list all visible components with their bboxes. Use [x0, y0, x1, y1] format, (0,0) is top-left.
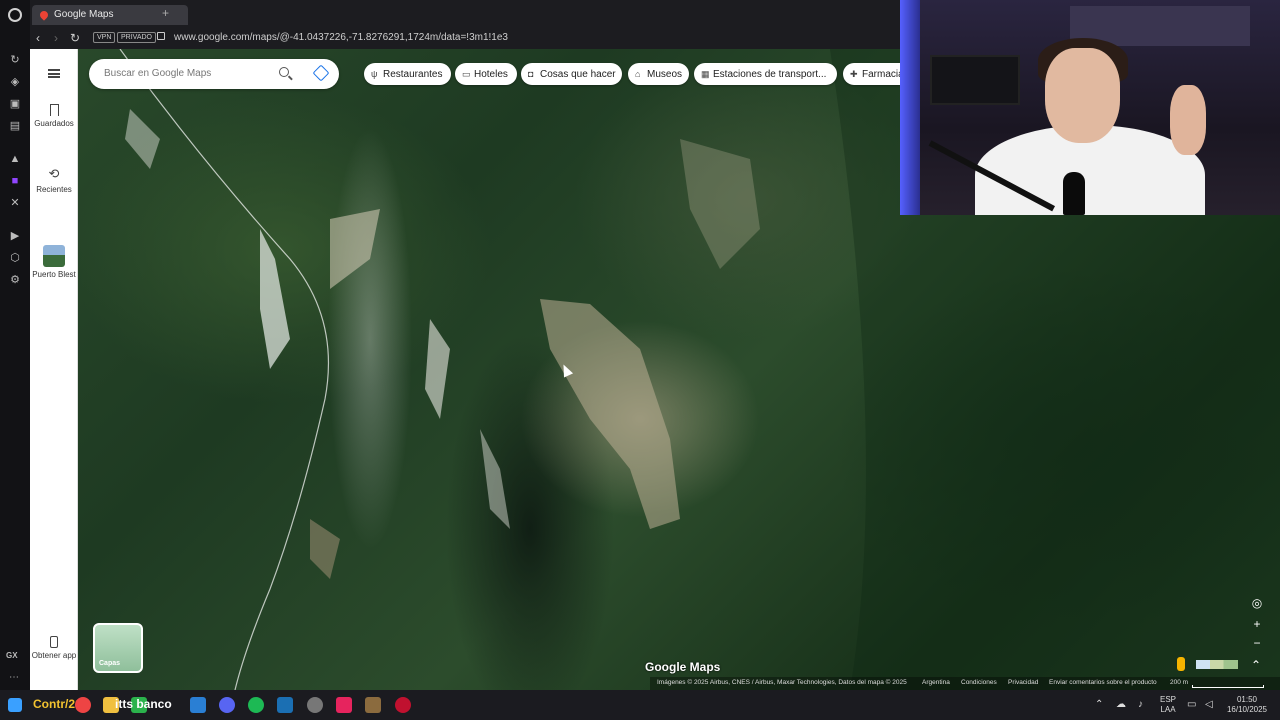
gaming-icon[interactable]: ▣	[9, 98, 21, 110]
bookmark-icon	[49, 104, 59, 116]
url-text[interactable]: www.google.com/maps/@-41.0437226,-71.827…	[174, 32, 508, 43]
chip-restaurants[interactable]: ψ Restaurantes	[364, 63, 451, 85]
history-icon: ⟲	[48, 166, 60, 181]
bed-icon: ▭	[462, 69, 471, 79]
camera-icon: ◘	[528, 69, 534, 79]
private-badge: PRIVADO	[117, 32, 156, 43]
chip-pharmacies[interactable]: ✚Farmacias	[843, 63, 900, 85]
background-monitor	[930, 55, 1020, 105]
language-indicator[interactable]: ESP LAA	[1158, 695, 1178, 715]
chip-things-to-do[interactable]: ◘ Cosas que hacer	[521, 63, 622, 85]
vpn-badge[interactable]: VPN	[93, 32, 116, 43]
opera-logo-icon[interactable]	[8, 8, 22, 22]
search-input[interactable]: Buscar en Google Maps	[104, 68, 211, 79]
layers-button[interactable]: Capas	[93, 623, 143, 673]
attribution-text: Imágenes © 2025 Airbus, CNES / Airbus, M…	[657, 679, 907, 686]
pharmacy-icon: ✚	[850, 69, 858, 79]
footer-link-terms[interactable]: Condiciones	[961, 679, 997, 686]
clock[interactable]: 01:50 16/10/2025	[1222, 695, 1272, 715]
chip-hotels[interactable]: ▭ Hoteles	[455, 63, 517, 85]
x-icon[interactable]: ✕	[9, 197, 21, 209]
rail-saved[interactable]: Guardados	[30, 104, 78, 129]
module-icon[interactable]: ▤	[9, 120, 21, 132]
player-icon[interactable]: ▶	[9, 230, 21, 242]
taskbar: Contr/260 itts banco	[0, 690, 1280, 720]
rail-saved-label: Guardados	[34, 119, 74, 128]
person-face	[1045, 48, 1120, 143]
back-icon[interactable]: ‹	[36, 31, 40, 45]
zoom-out-button[interactable]: −	[1249, 636, 1265, 650]
chip-transit[interactable]: ▦ Estaciones de transport...	[694, 63, 837, 85]
maps-left-rail: Guardados ⟲ Recientes Puerto Blest Obten…	[30, 49, 78, 690]
menu-icon[interactable]	[48, 69, 60, 78]
tiktok-icon[interactable]	[336, 697, 352, 713]
arc-icon[interactable]: ▲	[9, 153, 21, 165]
footer-link-country[interactable]: Argentina	[922, 679, 950, 686]
forward-icon[interactable]: ›	[54, 31, 58, 45]
footer-link-privacy[interactable]: Privacidad	[1008, 679, 1038, 686]
discord-icon[interactable]	[219, 697, 235, 713]
phone-icon	[50, 636, 58, 648]
tab-bar: Google Maps +	[30, 0, 900, 28]
gx-label[interactable]: GX	[6, 651, 18, 660]
address-bar: ‹ › ↻ VPN PRIVADO www.google.com/maps/@-…	[30, 28, 900, 49]
history-icon[interactable]: ↻	[9, 54, 21, 66]
more-icon[interactable]: ⋯	[9, 672, 19, 683]
ai-icon[interactable]: ◈	[9, 76, 21, 88]
rail-get-app[interactable]: Obtener app	[30, 636, 78, 661]
browser-sidebar: ↻ ◈ ▣ ▤ ▲ ■ ✕ ▶ ⬡ ⚙ GX ⋯	[0, 0, 30, 690]
network-icon[interactable]: ▭	[1187, 699, 1196, 710]
lock-icon[interactable]	[157, 32, 165, 40]
steam-icon[interactable]	[277, 697, 293, 713]
cloud-icon[interactable]: ☁	[1116, 699, 1126, 710]
layers-label: Capas	[99, 660, 121, 667]
rail-place[interactable]: Puerto Blest	[30, 245, 78, 280]
fork-knife-icon: ψ	[371, 69, 378, 79]
chip-museums[interactable]: ⌂ Museos	[628, 63, 689, 85]
google-maps-watermark: Google Maps	[645, 660, 721, 674]
screen: ↻ ◈ ▣ ▤ ▲ ■ ✕ ▶ ⬡ ⚙ GX ⋯ Google Maps + ‹…	[0, 0, 1280, 720]
tab-title: Google Maps	[54, 9, 114, 20]
obs-icon[interactable]	[307, 697, 323, 713]
mic-icon[interactable]: ♪	[1138, 699, 1143, 710]
game-icon[interactable]	[365, 697, 381, 713]
led-light	[900, 0, 920, 215]
reload-icon[interactable]: ↻	[70, 31, 80, 45]
volume-icon[interactable]: ◁	[1205, 699, 1213, 710]
twitch-icon[interactable]: ■	[9, 175, 21, 187]
my-location-icon[interactable]: ◎	[1249, 596, 1265, 610]
place-thumbnail	[43, 245, 65, 267]
app-icon[interactable]	[190, 697, 206, 713]
scale-bar	[1192, 685, 1264, 688]
scale-label[interactable]: 200 m	[1170, 679, 1188, 686]
search-icon[interactable]	[279, 67, 289, 77]
webcam-overlay	[900, 0, 1280, 215]
windows-start-icon[interactable]	[8, 698, 22, 712]
train-icon: ▦	[701, 69, 710, 79]
rail-recent[interactable]: ⟲ Recientes	[30, 166, 78, 195]
rail-recent-label: Recientes	[36, 185, 72, 194]
directions-icon[interactable]	[312, 64, 330, 82]
search-box[interactable]: Buscar en Google Maps	[89, 59, 339, 89]
imagery-thumbnails[interactable]	[1196, 660, 1238, 669]
maps-favicon-icon	[38, 9, 50, 21]
settings-gear-icon[interactable]: ⚙	[9, 274, 21, 286]
new-tab-button[interactable]: +	[162, 6, 169, 20]
rail-place-label: Puerto Blest	[32, 270, 76, 279]
taskbar-app-label: itts banco	[115, 697, 172, 711]
footer-link-feedback[interactable]: Enviar comentarios sobre el producto	[1049, 679, 1157, 686]
spotify-icon[interactable]	[248, 697, 264, 713]
zoom-in-button[interactable]: +	[1249, 617, 1265, 631]
rail-get-app-label: Obtener app	[31, 651, 77, 660]
attribution-bar: Imágenes © 2025 Airbus, CNES / Airbus, M…	[650, 677, 1280, 690]
opera-gx-icon[interactable]	[395, 697, 411, 713]
museum-icon: ⌂	[635, 69, 641, 79]
extensions-icon[interactable]: ⬡	[9, 252, 21, 264]
microphone	[1063, 172, 1085, 215]
tray-chevron-icon[interactable]: ⌃	[1095, 699, 1103, 710]
person-hand	[1170, 85, 1206, 155]
chrome-icon[interactable]	[75, 697, 91, 713]
expand-chevron-icon[interactable]: ⌃	[1248, 658, 1264, 672]
pegman-icon[interactable]	[1177, 657, 1185, 671]
